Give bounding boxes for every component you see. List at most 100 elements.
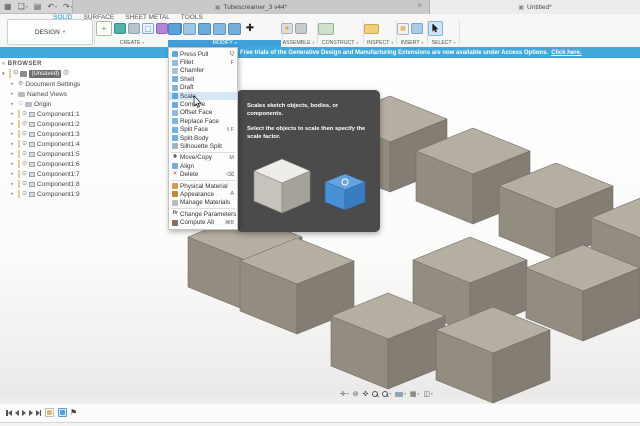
expand-icon[interactable]: ▸: [11, 151, 16, 157]
group-label-construct[interactable]: CONSTRUCT▾: [318, 40, 362, 47]
close-tab-icon[interactable]: ×: [417, 1, 422, 10]
menu-item-split-body[interactable]: Split Body: [169, 134, 237, 142]
create-revolve-icon[interactable]: [128, 23, 140, 34]
fit-icon[interactable]: ▾: [382, 391, 391, 397]
combine-icon[interactable]: [213, 23, 226, 35]
browser-header[interactable]: « BROWSER: [2, 59, 116, 68]
browser-row-component1-5[interactable]: ▸⊙Component1:5: [2, 149, 116, 159]
grid-snaps-icon[interactable]: ▦▾: [410, 391, 419, 398]
browser-row-component1-2[interactable]: ▸⊙Component1:2: [2, 119, 116, 129]
visibility-eye-icon[interactable]: ⊙: [22, 181, 27, 187]
banner-link[interactable]: Click here.: [551, 50, 581, 56]
expand-icon[interactable]: ▸: [11, 141, 16, 147]
document-tab-untitled[interactable]: ▣ Untitled*: [430, 0, 640, 14]
browser-row-component1-1[interactable]: ▸⊙Component1:1: [2, 109, 116, 119]
menu-item-physical-material[interactable]: Physical Material: [169, 182, 237, 190]
browser-row-component1-3[interactable]: ▸⊙Component1:3: [2, 129, 116, 139]
menu-item-offset-face[interactable]: Offset Face: [169, 109, 237, 117]
workspace-selector[interactable]: DESIGN ▾: [7, 19, 93, 45]
timeline-play-button[interactable]: [22, 410, 26, 416]
visibility-eye-icon[interactable]: ⊙: [22, 161, 27, 167]
insert-file-icon[interactable]: ▦: [397, 23, 409, 35]
undo-icon[interactable]: ↶▾: [47, 3, 57, 11]
expand-icon[interactable]: ▸: [11, 101, 16, 107]
tooltip-gray-cube[interactable]: [254, 159, 310, 213]
menu-item-move-copy[interactable]: ✚Move/CopyM: [169, 154, 237, 162]
menu-item-draft[interactable]: Draft: [169, 84, 237, 92]
menu-item-split-face[interactable]: Split Face⇧F: [169, 126, 237, 134]
move-copy-icon[interactable]: ✚: [243, 22, 257, 35]
visibility-eye-icon[interactable]: ⊙: [22, 121, 27, 127]
visibility-eye-icon[interactable]: ⊙: [22, 151, 27, 157]
expand-icon[interactable]: ▸: [11, 131, 16, 137]
create-patch-icon[interactable]: ▢: [142, 23, 154, 34]
menu-item-appearance[interactable]: AppearanceA: [169, 190, 237, 198]
group-label-create[interactable]: CREATE▾: [96, 40, 168, 47]
select-cursor-icon[interactable]: [428, 21, 443, 36]
timeline-skip-end-button[interactable]: [36, 410, 42, 416]
timeline-feature-2[interactable]: [58, 408, 67, 417]
collapse-panel-icon[interactable]: «: [2, 61, 6, 67]
collapse-icon[interactable]: ▾: [2, 71, 7, 77]
measure-icon[interactable]: [364, 24, 379, 34]
menu-item-press-pull[interactable]: Press PullQ: [169, 50, 237, 58]
viewports-icon[interactable]: ◫▾: [423, 391, 432, 398]
browser-row-component1-6[interactable]: ▸⊙Component1:6: [2, 159, 116, 169]
browser-row-document-settings[interactable]: ▸⚙Document Settings: [2, 79, 116, 89]
visibility-eye-icon[interactable]: ⊙: [18, 101, 23, 107]
press-pull-icon[interactable]: [168, 23, 181, 35]
menu-item-align[interactable]: Align: [169, 162, 237, 170]
fillet-icon[interactable]: [183, 23, 196, 35]
offset-face-icon[interactable]: [228, 23, 241, 35]
create-sketch-icon[interactable]: +: [96, 21, 112, 36]
browser-row-component1-7[interactable]: ▸⊙Component1:7: [2, 169, 116, 179]
zoom-icon[interactable]: [372, 391, 378, 397]
menu-item-shell[interactable]: Shell: [169, 75, 237, 83]
expand-icon[interactable]: ▸: [11, 181, 16, 187]
expand-icon[interactable]: ▸: [11, 191, 16, 197]
browser-root-row[interactable]: ▾ ⊙ (Unsaved) ◎: [2, 68, 116, 79]
construct-plane-icon[interactable]: [318, 23, 334, 35]
create-form-icon[interactable]: [114, 23, 126, 34]
browser-row-component1-8[interactable]: ▸⊙Component1:8: [2, 179, 116, 189]
menu-item-silhouette-split[interactable]: Silhouette Split: [169, 142, 237, 150]
visibility-eye-icon[interactable]: ⊙: [22, 141, 27, 147]
menu-item-replace-face[interactable]: Replace Face: [169, 117, 237, 125]
create-sphere-icon[interactable]: [156, 23, 168, 34]
visibility-eye-icon[interactable]: ⊙: [13, 70, 18, 77]
document-tab-tubescreamer[interactable]: ▣ Tubescreamer_3 v44* ×: [72, 0, 430, 14]
menu-item-delete[interactable]: ✕Delete⌫: [169, 170, 237, 178]
expand-icon[interactable]: ▸: [11, 91, 16, 97]
group-label-insert[interactable]: INSERT▾: [397, 40, 427, 47]
visibility-eye-icon[interactable]: ⊙: [22, 191, 27, 197]
group-label-select[interactable]: SELECT▾: [428, 40, 459, 47]
timeline-skip-start-button[interactable]: [6, 410, 12, 416]
browser-row-component1-4[interactable]: ▸⊙Component1:4: [2, 139, 116, 149]
expand-icon[interactable]: ▸: [11, 121, 16, 127]
app-grid-icon[interactable]: ▦: [4, 3, 12, 11]
expand-icon[interactable]: ▸: [11, 111, 16, 117]
browser-row-origin[interactable]: ▸⊙Origin: [2, 99, 116, 109]
menu-item-change-parameters[interactable]: fxChange Parameters: [169, 210, 237, 218]
menu-item-fillet[interactable]: FilletF: [169, 58, 237, 66]
timeline-step-forward-button[interactable]: [29, 410, 33, 416]
file-menu-icon[interactable]: ❏▾: [18, 3, 28, 11]
expand-icon[interactable]: ▸: [11, 161, 16, 167]
joint-icon[interactable]: [295, 23, 307, 34]
visibility-eye-icon[interactable]: ⊙: [22, 131, 27, 137]
timeline-feature-1[interactable]: [45, 408, 54, 417]
pan-icon[interactable]: ✜: [363, 391, 369, 398]
timeline-step-back-button[interactable]: [15, 410, 19, 416]
group-label-inspect[interactable]: INSPECT▾: [364, 40, 396, 47]
orbit-icon[interactable]: ✛▾: [340, 391, 349, 398]
display-settings-icon[interactable]: ▾: [395, 392, 406, 397]
visibility-eye-icon[interactable]: ⊙: [22, 171, 27, 177]
canvas-image-icon[interactable]: [411, 23, 423, 34]
timeline-position-marker[interactable]: ⚑: [70, 409, 77, 417]
browser-row-component1-9[interactable]: ▸⊙Component1:9: [2, 189, 116, 199]
visibility-eye-icon[interactable]: ⊙: [22, 111, 27, 117]
browser-row-named-views[interactable]: ▸Named Views: [2, 89, 116, 99]
new-component-icon[interactable]: ✦: [281, 23, 293, 34]
menu-item-scale[interactable]: Scale: [169, 92, 237, 100]
group-label-modify[interactable]: MODIFY▾: [168, 40, 281, 47]
